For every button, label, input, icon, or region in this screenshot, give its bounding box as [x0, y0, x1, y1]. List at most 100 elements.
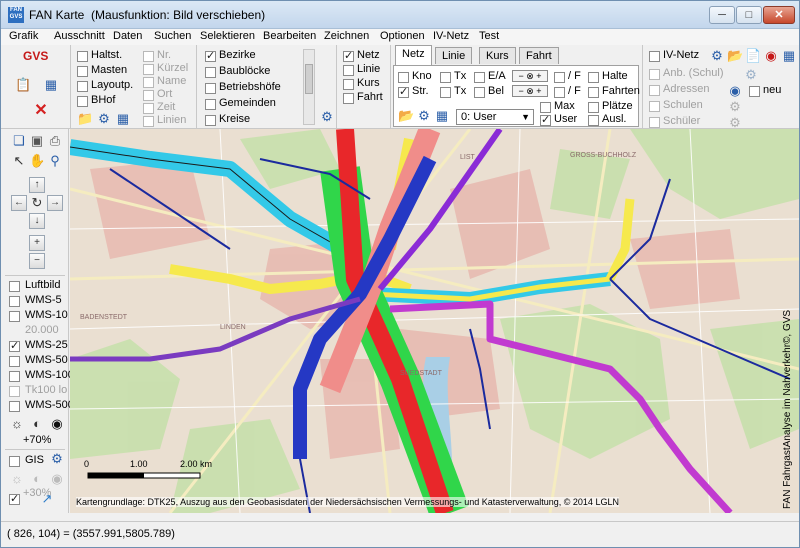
menu-optionen[interactable]: Optionen — [380, 30, 425, 42]
pan-left-button[interactable]: ← — [11, 195, 27, 211]
checkbox-overview[interactable] — [9, 492, 20, 505]
checkbox-tx-2[interactable] — [440, 87, 451, 98]
map-canvas[interactable]: 0 1.00 2.00 km LIST GROSS-BUCHHOLZ SUEDS… — [70, 129, 799, 513]
checkbox-masten[interactable] — [77, 66, 88, 77]
checkbox-plaetze[interactable] — [588, 102, 599, 113]
hand-pan-icon[interactable]: ✋ — [29, 153, 45, 169]
checkbox-baubloecke[interactable] — [205, 67, 216, 78]
checkbox-kno[interactable] — [398, 72, 409, 83]
checkbox-halte[interactable] — [588, 72, 599, 83]
checkbox-luftbild[interactable] — [9, 281, 20, 292]
pan-right-button[interactable]: → — [47, 195, 63, 211]
checkbox-str[interactable] — [398, 85, 409, 98]
menu-zeichnen[interactable]: Zeichnen — [324, 30, 369, 42]
checkbox-kurs[interactable] — [343, 79, 354, 90]
settings-icon[interactable]: ⚙ — [319, 109, 335, 125]
title-bar[interactable]: FAN GVS FAN Karte (Mausfunktion: Bild ve… — [1, 1, 799, 29]
menu-test[interactable]: Test — [479, 30, 499, 42]
checkbox-ea[interactable] — [474, 72, 485, 83]
checkbox-bhof[interactable] — [77, 96, 88, 107]
checkbox-wms-500[interactable] — [9, 401, 20, 412]
brightness-icon[interactable]: ☼ — [9, 416, 25, 432]
minimize-button[interactable]: ─ — [709, 6, 735, 24]
checkbox-f-1[interactable] — [554, 72, 565, 83]
opacity-icon[interactable]: ◉ — [49, 416, 65, 432]
checkbox-wms-10[interactable] — [9, 311, 20, 322]
document-icon[interactable]: 📄 — [745, 48, 761, 64]
checkbox-wms-25[interactable] — [9, 339, 20, 352]
camera-icon[interactable]: ▣ — [29, 133, 45, 149]
checkbox-anb-schul[interactable] — [649, 69, 660, 80]
checkbox-gis[interactable] — [9, 456, 20, 467]
clipboard-icon[interactable]: 📋 — [15, 77, 31, 93]
settings-icon[interactable]: ⚙ — [96, 111, 112, 127]
tab-fahrt[interactable]: Fahrt — [519, 47, 559, 64]
areas-scrollbar[interactable] — [303, 49, 315, 125]
table-icon[interactable]: ▦ — [781, 48, 797, 64]
menu-daten[interactable]: Daten — [113, 30, 142, 42]
pointer-icon[interactable]: ↖ — [11, 153, 27, 169]
checkbox-linie[interactable] — [343, 65, 354, 76]
checkbox-user[interactable] — [540, 113, 551, 126]
checkbox-tx-1[interactable] — [440, 72, 451, 83]
delete-icon[interactable]: ✕ — [33, 103, 49, 119]
checkbox-schulen[interactable] — [649, 101, 660, 112]
maximize-button[interactable]: □ — [736, 6, 762, 24]
zoom-out-button[interactable]: − — [29, 253, 45, 269]
tab-linie[interactable]: Linie — [435, 47, 473, 64]
tab-kurs[interactable]: Kurs — [479, 47, 516, 64]
settings-icon[interactable]: ⚙ — [709, 48, 725, 64]
checkbox-betriebshoefe[interactable] — [205, 83, 216, 94]
pan-down-button[interactable]: ↓ — [29, 213, 45, 229]
ea-stepper[interactable]: − ⊗ + — [512, 70, 548, 82]
checkbox-neu[interactable] — [749, 86, 760, 97]
areas-scroll-thumb[interactable] — [305, 64, 313, 94]
checkbox-zeit[interactable] — [143, 103, 154, 114]
menu-ausschnitt[interactable]: Ausschnitt — [54, 30, 105, 42]
checkbox-tk100[interactable] — [9, 386, 20, 397]
checkbox-name[interactable] — [143, 77, 154, 88]
checkbox-kuerzel[interactable] — [143, 64, 154, 75]
checkbox-nr[interactable] — [143, 51, 154, 62]
close-window-button[interactable]: ✕ — [763, 6, 795, 24]
checkbox-adressen[interactable] — [649, 85, 660, 96]
table-icon[interactable]: ▦ — [434, 108, 450, 124]
menu-bearbeiten[interactable]: Bearbeiten — [263, 30, 316, 42]
checkbox-f-2[interactable] — [554, 87, 565, 98]
settings-icon[interactable]: ⚙ — [49, 451, 65, 467]
pan-up-button[interactable]: ↑ — [29, 177, 45, 193]
menu-iv-netz[interactable]: IV-Netz — [433, 30, 469, 42]
copy-icon[interactable]: ❏ — [11, 133, 27, 149]
checkbox-bezirke[interactable] — [205, 49, 216, 62]
checkbox-ort[interactable] — [143, 90, 154, 101]
open-folder-icon[interactable]: 📁 — [77, 111, 93, 127]
menu-selektieren[interactable]: Selektieren — [200, 30, 255, 42]
menu-suchen[interactable]: Suchen — [154, 30, 191, 42]
checkbox-layoutp[interactable] — [77, 81, 88, 92]
zoom-in-button[interactable]: + — [29, 235, 45, 251]
checkbox-gemeinden[interactable] — [205, 99, 216, 110]
checkbox-bel[interactable] — [474, 87, 485, 98]
checkbox-schueler[interactable] — [649, 117, 660, 128]
checkbox-wms-50[interactable] — [9, 356, 20, 367]
checkbox-haltst[interactable] — [77, 51, 88, 62]
refresh-icon[interactable]: ↻ — [29, 195, 45, 211]
table-icon[interactable]: ▦ — [115, 111, 131, 127]
user-select[interactable]: 0: User ▼ — [456, 109, 534, 125]
arrow-expand-icon[interactable]: ↗ — [39, 491, 55, 507]
tab-netz[interactable]: Netz — [395, 45, 432, 65]
open-folder-icon[interactable]: 📂 — [727, 48, 743, 64]
checkbox-netz[interactable] — [343, 49, 354, 62]
open-folder-icon[interactable]: 📂 — [398, 108, 414, 124]
menu-grafik[interactable]: Grafik — [9, 30, 38, 42]
screen-icon[interactable]: ▦ — [43, 77, 59, 93]
checkbox-fahrten[interactable] — [588, 87, 599, 98]
binoculars-icon[interactable]: ◉ — [727, 83, 743, 99]
checkbox-ausl[interactable] — [588, 115, 599, 126]
checkbox-fahrt[interactable] — [343, 93, 354, 104]
bel-stepper[interactable]: − ⊗ + — [512, 85, 548, 97]
checkbox-kreise[interactable] — [205, 115, 216, 126]
checkbox-max[interactable] — [540, 102, 551, 113]
checkbox-wms-5[interactable] — [9, 296, 20, 307]
checkbox-iv-netz[interactable] — [649, 51, 660, 62]
